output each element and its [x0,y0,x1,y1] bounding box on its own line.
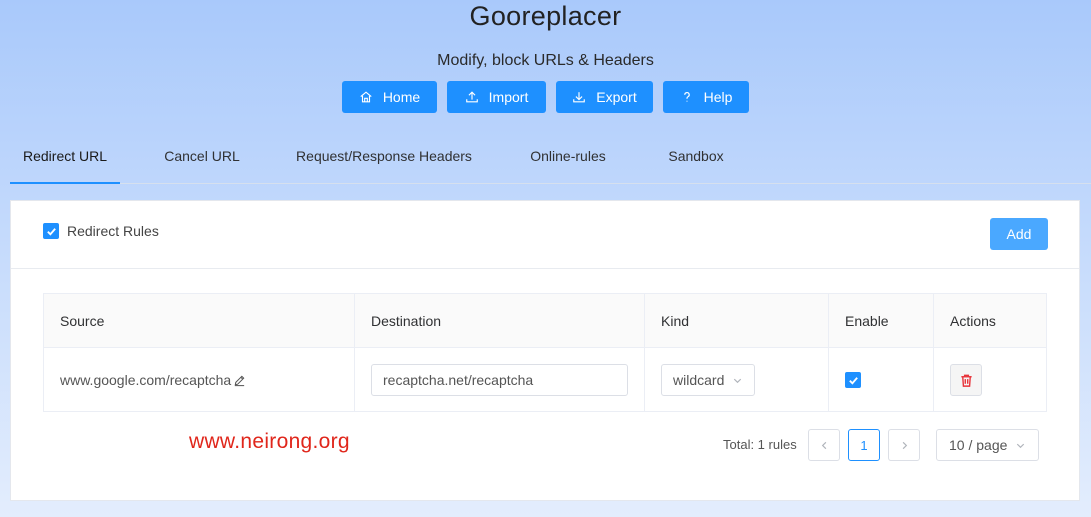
import-button-label: Import [488,89,529,105]
question-icon [683,91,690,102]
source-value: www.google.com/recaptcha [60,372,232,388]
rules-panel-header: Redirect Rules Add [11,201,1079,269]
chevron-left-icon [821,441,826,449]
column-header-enable: Enable [829,294,934,347]
actions-cell [934,348,1048,412]
tab-sandbox[interactable]: Sandbox [660,130,732,184]
page-size-value: 10 / page [949,437,1008,453]
check-icon [848,376,858,385]
export-button[interactable]: Export [556,81,653,113]
trash-icon [960,374,972,387]
edit-icon[interactable] [233,374,246,387]
import-button[interactable]: Import [447,81,546,113]
tab-bar: Redirect URL Cancel URL Request/Response… [10,130,1091,184]
enable-cell [829,348,934,412]
tab-online-rules[interactable]: Online-rules [522,130,614,184]
home-button-label: Home [382,89,421,105]
add-rule-button[interactable]: Add [990,218,1048,250]
help-button[interactable]: Help [663,81,749,113]
check-icon [46,227,56,236]
download-icon [573,92,586,103]
kind-select[interactable]: wildcard [661,364,755,396]
kind-cell: wildcard [645,348,829,412]
rules-table: Source Destination Kind Enable Actions w… [43,293,1047,412]
home-button[interactable]: Home [342,81,437,113]
app-title: Gooreplacer [469,1,622,31]
pagination-total: Total: 1 rules [723,437,797,452]
top-toolbar: Home Import Export Help [0,81,1091,113]
prev-page-button[interactable] [808,429,840,461]
redirect-rules-label: Redirect Rules [67,223,159,239]
table-header: Source Destination Kind Enable Actions [44,294,1046,348]
home-icon [360,91,372,103]
rules-panel: Redirect Rules Add Source Destination Ki… [10,200,1080,501]
tab-redirect-url[interactable]: Redirect URL [10,130,120,184]
export-button-label: Export [596,89,637,105]
column-header-source: Source [44,294,355,347]
page-size-select[interactable]: 10 / page [936,429,1039,461]
table-row: www.google.com/recaptcha recaptcha.net/r… [44,348,1046,412]
tab-cancel-url[interactable]: Cancel URL [156,130,248,184]
destination-value: recaptcha.net/recaptcha [383,372,534,388]
delete-rule-button[interactable] [950,364,982,396]
destination-input[interactable]: recaptcha.net/recaptcha [371,364,628,396]
app-subtitle: Modify, block URLs & Headers [437,52,654,69]
page-number-button[interactable]: 1 [848,429,880,461]
tab-request-response-headers[interactable]: Request/Response Headers [292,130,476,184]
enable-checkbox[interactable] [845,372,861,388]
active-tab-indicator [10,182,120,184]
chevron-right-icon [902,441,907,449]
watermark-text: www.neirong.org [189,430,350,453]
column-header-kind: Kind [645,294,829,347]
redirect-rules-checkbox[interactable] [43,223,59,239]
column-header-destination: Destination [355,294,645,347]
next-page-button[interactable] [888,429,920,461]
column-header-actions: Actions [950,312,996,329]
kind-value: wildcard [673,372,725,388]
chevron-down-icon [1016,443,1025,448]
help-button-label: Help [703,89,733,105]
source-cell: www.google.com/recaptcha [44,348,355,412]
destination-cell: recaptcha.net/recaptcha [355,348,645,412]
chevron-down-icon [733,378,742,383]
upload-icon [465,91,478,103]
